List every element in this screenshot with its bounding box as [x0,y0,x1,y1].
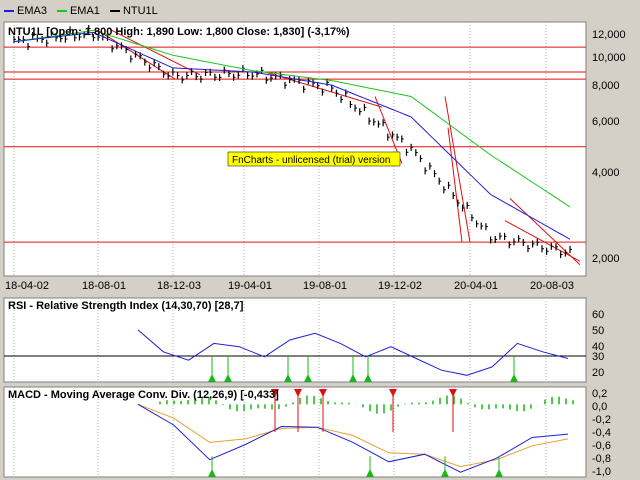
macd-title: MACD - Moving Average Conv. Div. (12,26,… [8,389,279,401]
x-tick: 18-08-01 [82,280,126,292]
price-plot-area[interactable] [3,21,587,277]
x-tick: 19-04-01 [228,280,272,292]
price-y-tick: 6,000 [592,116,620,128]
price-y-tick: 12,000 [592,29,626,41]
x-tick: 18-04-02 [5,280,49,292]
macd-y-tick: -0,2 [592,414,611,426]
price-y-tick: 10,000 [592,52,626,64]
price-y-tick: 8,000 [592,80,620,92]
macd-y-tick: -1,0 [592,466,611,478]
rsi-y-tick: 30 [592,351,604,363]
x-tick: 19-08-01 [303,280,347,292]
rsi-y-tick: 20 [592,367,604,379]
x-tick: 20-04-01 [454,280,498,292]
macd-y-tick: -0,8 [592,453,611,465]
macd-y-tick: 0,0 [592,401,607,413]
price-y-axis: 12,000 10,000 8,000 6,000 4,000 2,000 [592,29,626,265]
macd-y-tick: -0,6 [592,440,611,452]
chart-window: EMA3 EMA1 NTU1L NTU1L [Open: 1,800 High:… [0,0,640,480]
rsi-title: RSI - Relative Strength Index (14,30,70)… [8,300,244,312]
watermark: FnCharts - unlicensed (trial) version [227,151,401,167]
x-tick: 18-12-03 [157,280,201,292]
chart-canvas: NTU1L [Open: 1,800 High: 1,890 Low: 1,80… [3,21,626,478]
price-y-tick: 4,000 [592,167,620,179]
watermark-text: FnCharts - unlicensed (trial) version [232,155,390,166]
macd-y-tick: 0,2 [592,388,607,400]
macd-y-axis: 0,2 0,0 -0,2 -0,4 -0,6 -0,8 -1,0 [592,388,611,478]
price-y-tick: 2,000 [592,253,620,265]
price-info-text: NTU1L [Open: 1,800 High: 1,890 Low: 1,80… [8,26,350,38]
macd-y-tick: -0,4 [592,427,611,439]
rsi-y-tick: 50 [592,325,604,337]
rsi-y-tick: 60 [592,309,604,321]
price-x-axis: 18-04-02 18-08-01 18-12-03 19-04-01 19-0… [5,280,574,292]
x-tick: 20-08-03 [530,280,574,292]
x-tick: 19-12-02 [378,280,422,292]
rsi-y-axis: 60 50 40 30 20 [592,309,604,379]
